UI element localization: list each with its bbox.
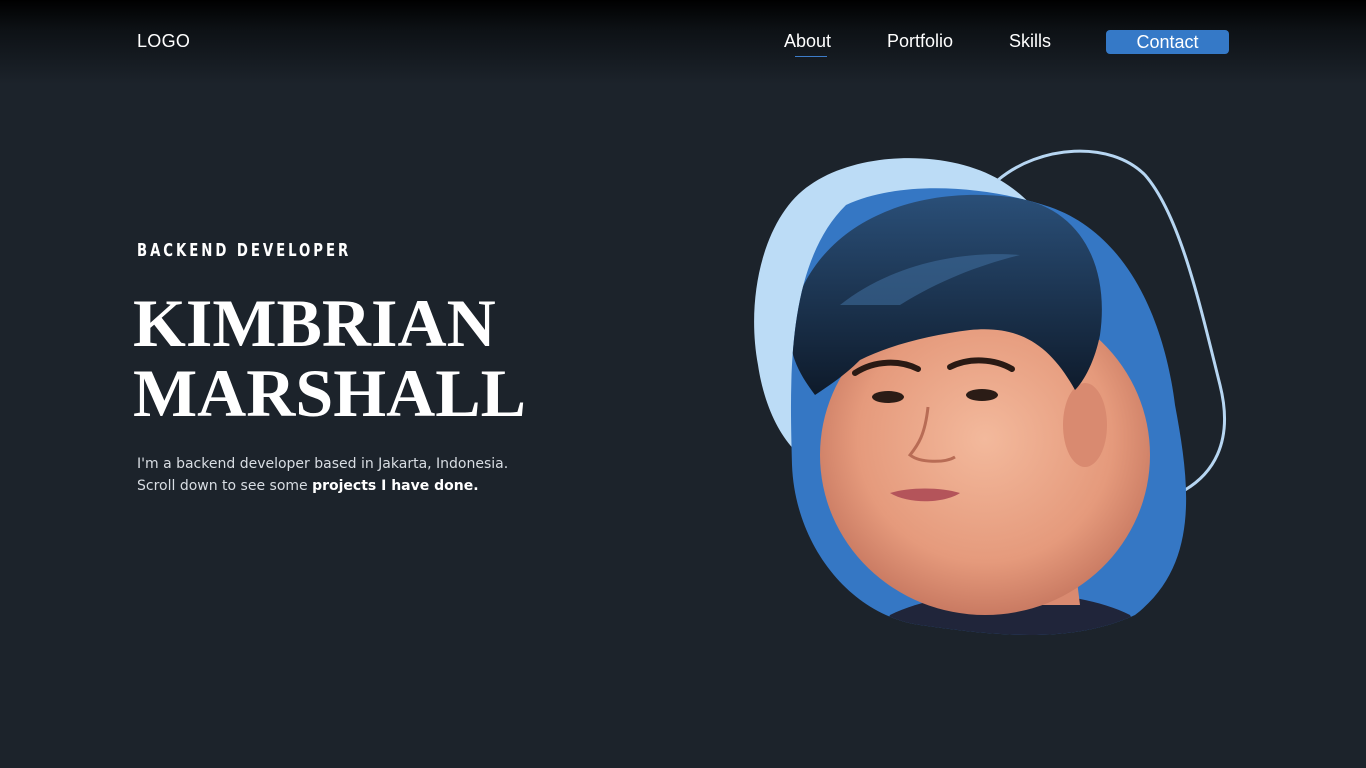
hero-name: KIMBRIAN MARSHALL [133,288,526,428]
hero-name-last: MARSHALL [133,355,526,431]
nav-portfolio-link[interactable]: Portfolio [887,31,953,52]
portrait [750,145,1230,650]
hero-intro: I'm a backend developer based in Jakarta… [137,453,508,497]
intro-line-2: Scroll down to see some [137,478,313,494]
role-subtitle: BACKEND DEVELOPER [137,240,352,261]
intro-line-1: I'm a backend developer based in Jakarta… [137,456,509,472]
navbar: LOGO About Portfolio Skills Contact [0,0,1366,84]
logo[interactable]: LOGO [137,31,190,52]
intro-highlight: projects I have done. [312,478,479,494]
contact-button[interactable]: Contact [1106,30,1229,54]
hero-name-first: KIMBRIAN [133,285,496,361]
nav-skills-link[interactable]: Skills [1009,31,1051,52]
nav-about-link[interactable]: About [784,31,831,57]
profile-photo-icon [754,149,1226,635]
page: LOGO About Portfolio Skills Contact BACK… [0,0,1366,768]
